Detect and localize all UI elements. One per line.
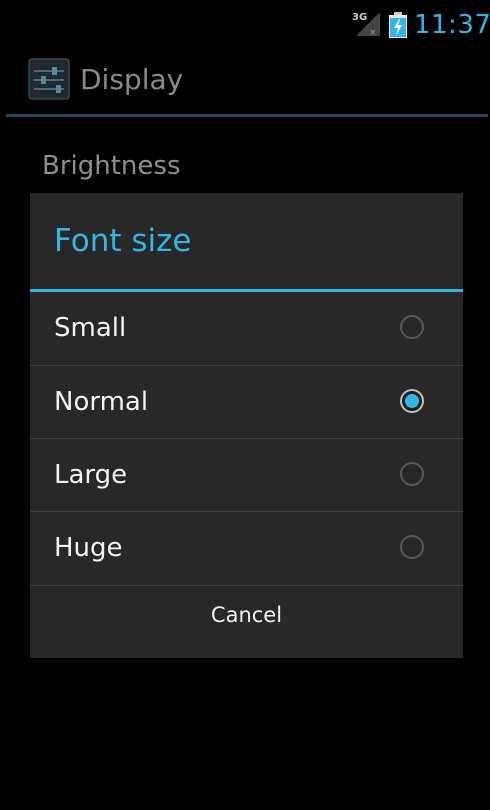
option-normal[interactable]: Normal (30, 366, 463, 439)
option-large[interactable]: Large (30, 439, 463, 512)
option-label: Large (54, 460, 128, 490)
option-label: Small (54, 313, 127, 343)
font-size-dialog: Font size Small Normal Large Huge Cancel (30, 193, 463, 658)
svg-text:×: × (369, 28, 377, 38)
radio-button-checked[interactable] (400, 389, 424, 413)
radio-button[interactable] (400, 535, 424, 559)
battery-charging-icon (389, 12, 407, 38)
radio-button[interactable] (400, 462, 424, 486)
radio-dot-icon (405, 394, 419, 408)
action-bar-title: Display (80, 63, 184, 96)
option-small[interactable]: Small (30, 292, 463, 365)
action-bar: Display (0, 50, 490, 116)
status-clock: 11:37 (414, 10, 490, 40)
option-label: Huge (54, 533, 123, 563)
option-label: Normal (54, 387, 149, 417)
settings-item-brightness: Brightness (42, 151, 181, 181)
status-bar: 3G × 11:37 (0, 0, 490, 50)
radio-button[interactable] (400, 315, 424, 339)
signal-3g-icon: 3G × (352, 12, 380, 38)
option-huge[interactable]: Huge (30, 512, 463, 585)
svg-text:3G: 3G (352, 12, 367, 23)
screen: 3G × 11:37 Display Brightness Font size (0, 0, 490, 810)
action-bar-divider (6, 114, 488, 117)
cancel-button[interactable]: Cancel (30, 586, 463, 658)
dialog-title: Font size (54, 223, 192, 259)
settings-sliders-icon[interactable] (28, 58, 70, 100)
